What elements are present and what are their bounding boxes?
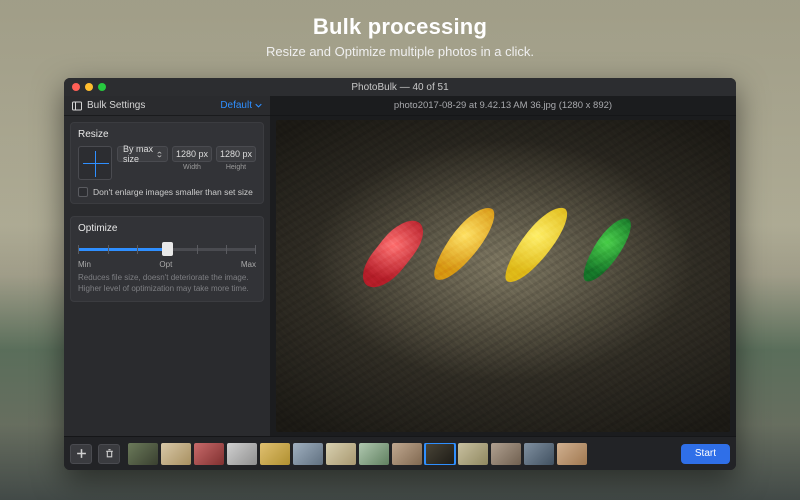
no-enlarge-row[interactable]: Don't enlarge images smaller than set si… (78, 187, 256, 197)
plus-icon (76, 448, 87, 459)
chevron-down-icon (255, 102, 262, 109)
window-title: PhotoBulk — 40 of 51 (64, 82, 736, 93)
thumbnail[interactable] (524, 443, 554, 465)
start-label: Start (695, 448, 716, 459)
preview-image[interactable] (276, 120, 730, 432)
no-enlarge-label: Don't enlarge images smaller than set si… (93, 187, 253, 197)
sidebar-header: Bulk Settings Default (64, 96, 270, 116)
thumbnail[interactable] (491, 443, 521, 465)
start-button[interactable]: Start (681, 444, 730, 464)
thumbnail[interactable] (557, 443, 587, 465)
optimize-hint: Reduces file size, doesn't deteriorate t… (78, 273, 256, 295)
thumbnail[interactable] (293, 443, 323, 465)
resize-panel: Resize By max size 1280 px (70, 122, 264, 204)
resize-mode-value: By max size (123, 144, 157, 164)
trash-icon (104, 448, 115, 459)
delete-button[interactable] (98, 444, 120, 464)
panel-icon (72, 101, 82, 111)
slider-labels: Min Opt Max (78, 260, 256, 269)
slider-max: Max (241, 260, 256, 269)
thumbnail[interactable] (161, 443, 191, 465)
preset-label: Default (220, 100, 252, 111)
thumbnail[interactable] (458, 443, 488, 465)
width-label: Width (183, 164, 201, 171)
hero-title: Bulk processing (0, 14, 800, 40)
thumbnail[interactable] (392, 443, 422, 465)
leaf-red (353, 214, 433, 294)
hero: Bulk processing Resize and Optimize mult… (0, 0, 800, 59)
thumbnail[interactable] (425, 443, 455, 465)
width-input[interactable]: 1280 px (172, 146, 212, 162)
optimize-panel: Optimize Min Opt (70, 216, 264, 302)
thumbnail[interactable] (359, 443, 389, 465)
sidebar: Bulk Settings Default Resize (64, 96, 270, 436)
resize-title: Resize (78, 129, 256, 140)
leaf-green (576, 214, 638, 286)
updown-icon (157, 150, 162, 159)
add-button[interactable] (70, 444, 92, 464)
preview-filename: photo2017-08-29 at 9.42.13 AM 36.jpg (12… (270, 96, 736, 116)
resize-mode-dropdown[interactable]: By max size (117, 146, 168, 162)
preview-pane: photo2017-08-29 at 9.42.13 AM 36.jpg (12… (270, 96, 736, 436)
thumbnail-strip[interactable] (126, 443, 675, 465)
titlebar[interactable]: PhotoBulk — 40 of 51 (64, 78, 736, 96)
optimize-slider[interactable] (78, 240, 256, 258)
app-window: PhotoBulk — 40 of 51 Bulk Settings Defau… (64, 78, 736, 470)
sidebar-title: Bulk Settings (87, 100, 145, 111)
resize-mode-icon[interactable] (78, 146, 112, 180)
leaf-yellow-2 (497, 202, 576, 287)
height-label: Height (226, 164, 246, 171)
hero-subtitle: Resize and Optimize multiple photos in a… (0, 44, 800, 59)
thumbnail[interactable] (227, 443, 257, 465)
preset-dropdown[interactable]: Default (220, 100, 262, 111)
checkbox-icon[interactable] (78, 187, 88, 197)
thumbnail[interactable] (128, 443, 158, 465)
leaf-yellow-1 (425, 202, 502, 286)
thumbnail[interactable] (194, 443, 224, 465)
promo-background: Bulk processing Resize and Optimize mult… (0, 0, 800, 500)
thumbnail[interactable] (326, 443, 356, 465)
optimize-title: Optimize (78, 223, 256, 234)
thumbnail[interactable] (260, 443, 290, 465)
height-input[interactable]: 1280 px (216, 146, 256, 162)
slider-min: Min (78, 260, 91, 269)
window-body: Bulk Settings Default Resize (64, 96, 736, 436)
slider-thumb[interactable] (162, 242, 173, 256)
slider-opt: Opt (159, 260, 172, 269)
bottom-bar: Start (64, 436, 736, 470)
